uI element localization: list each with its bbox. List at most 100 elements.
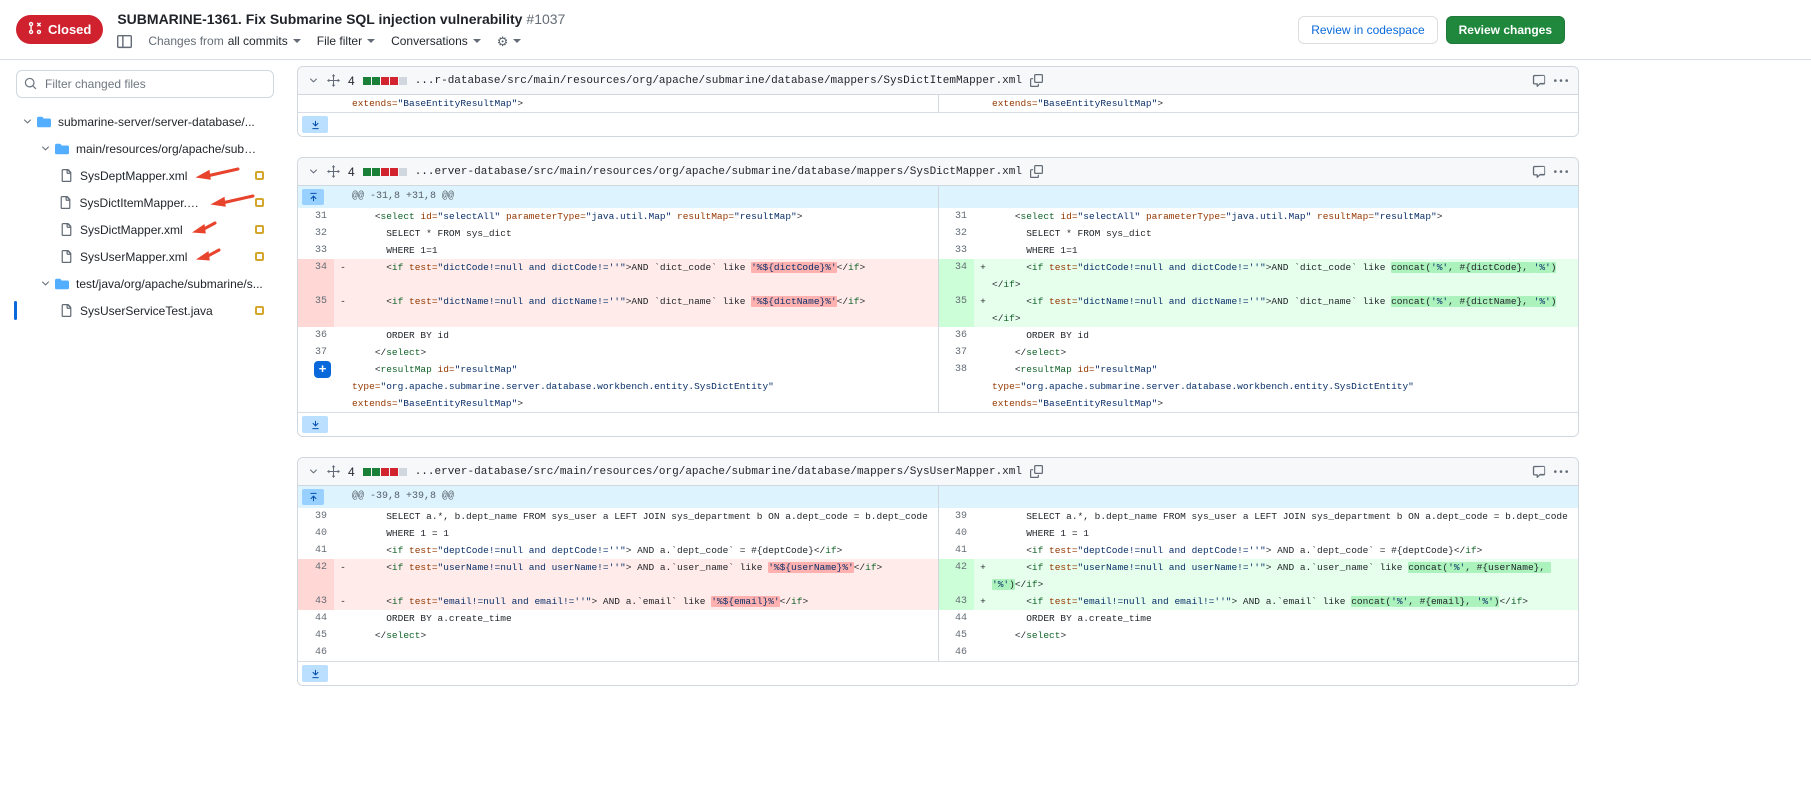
diff-file-header: 4...erver-database/src/main/resources/or… [298, 458, 1578, 486]
copy-path-icon[interactable] [1030, 74, 1043, 87]
file-icon [58, 304, 74, 317]
line-number[interactable]: 31 [938, 208, 974, 225]
line-number[interactable]: 39 [938, 508, 974, 525]
hunk-gutter [938, 486, 992, 508]
kebab-menu-icon[interactable] [1554, 74, 1568, 88]
tree-item-label: SysDictMapper.xml [80, 223, 183, 237]
line-number[interactable]: 43 [298, 593, 334, 610]
line-number[interactable]: 31 [298, 208, 334, 225]
drag-handle-icon[interactable] [327, 465, 340, 478]
line-number[interactable]: 42 [298, 559, 334, 593]
line-number[interactable]: 33 [938, 242, 974, 259]
tree-folder-item[interactable]: test/java/org/apache/submarine/s... [16, 270, 274, 297]
tree-file-item[interactable]: SysDeptMapper.xml [16, 162, 274, 189]
hunk-header: @@ -31,8 +31,8 @@ [352, 186, 938, 208]
expand-down-button[interactable] [302, 416, 328, 433]
copy-path-icon[interactable] [1030, 165, 1043, 178]
tree-file-item[interactable]: SysUserMapper.xml [16, 243, 274, 270]
line-number[interactable]: 37 [938, 344, 974, 361]
review-in-codespace-button[interactable]: Review in codespace [1298, 16, 1437, 44]
chevron-down-icon [38, 143, 52, 154]
expand-row [298, 661, 1578, 685]
diff-sign [974, 610, 992, 627]
changes-from-dropdown[interactable]: Changes from all commits [148, 34, 300, 48]
line-number[interactable]: 32 [938, 225, 974, 242]
tree-file-item[interactable]: SysUserServiceTest.java [16, 297, 274, 324]
line-number[interactable]: 36 [298, 327, 334, 344]
expand-down-button[interactable] [302, 116, 328, 133]
modified-status-icon [255, 252, 264, 261]
diff-sign [334, 610, 352, 627]
line-number[interactable]: 42 [938, 559, 974, 593]
tree-folder-item[interactable]: submarine-server/server-database/... [16, 108, 274, 135]
hunk-row: @@ -39,8 +39,8 @@ [298, 486, 1578, 508]
line-number[interactable]: 44 [938, 610, 974, 627]
expand-up-button[interactable] [302, 189, 324, 205]
code-line: <if test="userName!=null and userName!='… [352, 559, 938, 593]
line-number[interactable]: 36 [938, 327, 974, 344]
tree-file-item[interactable]: SysDictItemMapper.xml [16, 189, 274, 216]
line-number[interactable]: 38 [938, 361, 974, 412]
drag-handle-icon[interactable] [327, 165, 340, 178]
kebab-menu-icon[interactable] [1554, 165, 1568, 179]
line-number[interactable] [938, 95, 974, 112]
chevron-down-icon [20, 116, 34, 127]
line-number[interactable]: 34 [938, 259, 974, 293]
diff-sign [974, 644, 992, 661]
line-number[interactable]: 37 [298, 344, 334, 361]
expand-down-button[interactable] [302, 665, 328, 682]
diff-row: 45 </select>45 </select> [298, 627, 1578, 644]
kebab-menu-icon[interactable] [1554, 465, 1568, 479]
pr-number[interactable]: #1037 [526, 11, 565, 27]
copy-path-icon[interactable] [1030, 465, 1043, 478]
comment-icon[interactable] [1532, 74, 1546, 88]
collapse-file-chevron-icon[interactable] [308, 166, 319, 177]
diff-settings-gear[interactable]: ⚙ [497, 35, 522, 48]
file-tree-sidebar: submarine-server/server-database/... main… [0, 60, 289, 797]
line-number[interactable]: 40 [938, 525, 974, 542]
file-filter-dropdown[interactable]: File filter [317, 34, 375, 48]
line-number[interactable]: 44 [298, 610, 334, 627]
diffstat-squares [363, 168, 407, 176]
review-changes-button[interactable]: Review changes [1446, 16, 1565, 44]
conversations-dropdown[interactable]: Conversations [391, 34, 481, 48]
code-line: WHERE 1 = 1 [352, 525, 938, 542]
collapse-file-chevron-icon[interactable] [308, 75, 319, 86]
line-number[interactable]: 41 [938, 542, 974, 559]
folder-icon [54, 277, 70, 291]
add-comment-button[interactable]: + [314, 361, 331, 378]
diff-sign [974, 208, 992, 225]
file-filter-input[interactable] [16, 70, 274, 98]
diffstat-squares [363, 77, 407, 85]
code-line: SELECT a.*, b.dept_name FROM sys_user a … [352, 508, 938, 525]
tree-item-label: submarine-server/server-database/... [58, 115, 255, 129]
line-number[interactable]: 46 [938, 644, 974, 661]
chevron-down-icon [38, 278, 52, 289]
code-line [992, 644, 1578, 661]
line-number[interactable]: 46 [298, 644, 334, 661]
expand-up-button[interactable] [302, 489, 324, 505]
line-number[interactable]: 45 [298, 627, 334, 644]
line-number[interactable]: 45 [938, 627, 974, 644]
line-number[interactable] [298, 95, 334, 112]
line-number[interactable]: 34 [298, 259, 334, 293]
toggle-file-tree-button[interactable] [117, 34, 132, 49]
line-number[interactable]: 43 [938, 593, 974, 610]
line-number[interactable]: 35 [298, 293, 334, 327]
diffstat-square-add [372, 468, 380, 476]
collapse-file-chevron-icon[interactable] [308, 466, 319, 477]
code-line: SELECT a.*, b.dept_name FROM sys_user a … [992, 508, 1578, 525]
tree-file-item[interactable]: SysDictMapper.xml [16, 216, 274, 243]
comment-icon[interactable] [1532, 465, 1546, 479]
diff-sign: + [974, 293, 992, 327]
tree-folder-item[interactable]: main/resources/org/apache/subm... [16, 135, 274, 162]
comment-icon[interactable] [1532, 165, 1546, 179]
line-number[interactable]: 41 [298, 542, 334, 559]
line-number[interactable]: 33 [298, 242, 334, 259]
line-number[interactable]: 35 [938, 293, 974, 327]
line-number[interactable]: 39 [298, 508, 334, 525]
diff-table: extends="BaseEntityResultMap">extends="B… [298, 95, 1578, 136]
line-number[interactable]: 32 [298, 225, 334, 242]
line-number[interactable]: 40 [298, 525, 334, 542]
drag-handle-icon[interactable] [327, 74, 340, 87]
